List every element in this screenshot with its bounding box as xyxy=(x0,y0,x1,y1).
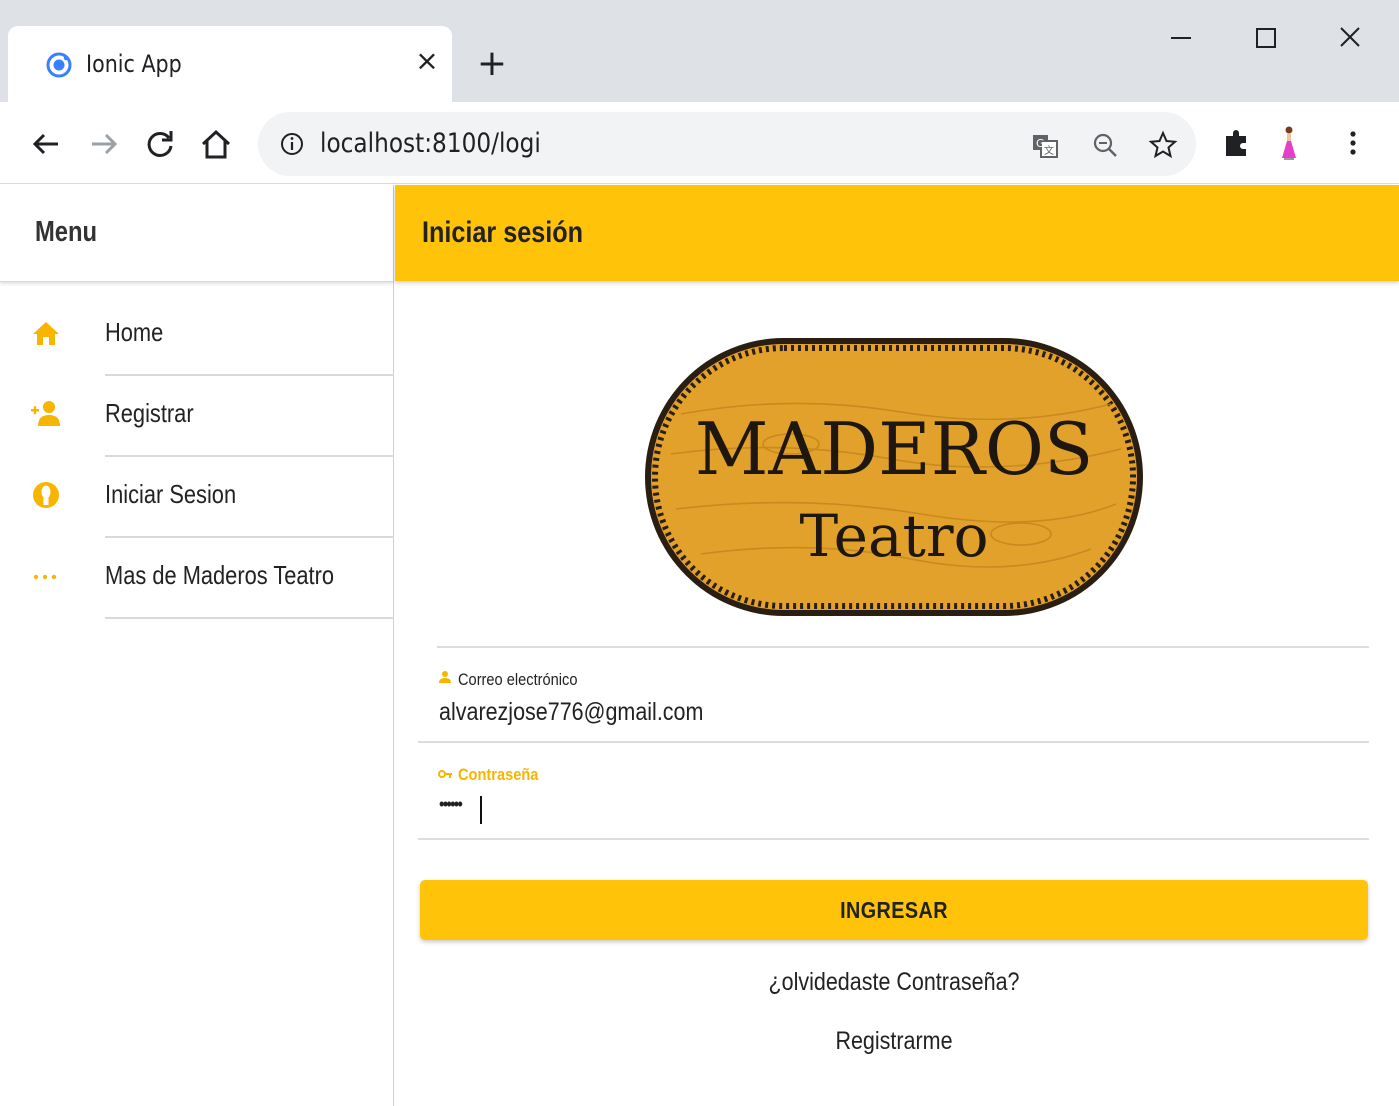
svg-text:文: 文 xyxy=(1044,144,1054,157)
more-menu-icon[interactable] xyxy=(1336,124,1370,162)
menu-header: Menu xyxy=(0,185,393,282)
ingresar-button-label: INGRESAR xyxy=(840,897,948,923)
ellipsis-icon xyxy=(33,574,57,580)
tab-close-button[interactable]: × xyxy=(412,46,442,76)
forward-arrow-icon[interactable] xyxy=(86,126,122,162)
side-menu: Menu Home Registrar Iniciar Sesion Mas d… xyxy=(0,185,394,1106)
text-caret xyxy=(480,796,482,824)
address-url[interactable]: localhost:8100/logi xyxy=(320,128,541,159)
window-minimize-button[interactable] xyxy=(1157,16,1205,60)
translate-icon[interactable]: G 文 xyxy=(1030,130,1060,160)
email-label: Correo electrónico xyxy=(458,670,578,689)
menu-title: Menu xyxy=(35,216,98,248)
menu-item-registrar[interactable]: Registrar xyxy=(0,376,394,457)
form-divider xyxy=(437,646,1369,648)
key-icon xyxy=(438,770,452,778)
page-title: Iniciar sesión xyxy=(422,216,584,249)
password-input[interactable]: •••••• xyxy=(439,794,463,815)
address-bar[interactable]: localhost:8100/logi G 文 xyxy=(258,112,1196,176)
ingresar-button[interactable]: INGRESAR xyxy=(420,880,1368,940)
menu-item-label: Registrar xyxy=(105,398,194,428)
home-button-icon[interactable] xyxy=(198,126,234,162)
menu-item-iniciar-sesion[interactable]: Iniciar Sesion xyxy=(0,457,394,538)
site-info-icon[interactable] xyxy=(280,132,304,156)
browser-tab[interactable]: Ionic App × xyxy=(8,26,452,102)
field-divider xyxy=(418,838,1369,840)
maderos-teatro-logo: MADEROS Teatro xyxy=(645,338,1143,616)
page-header: Iniciar sesión xyxy=(395,185,1399,281)
profile-avatar-icon[interactable] xyxy=(1272,124,1306,162)
person-add-icon xyxy=(31,401,60,426)
menu-item-home[interactable]: Home xyxy=(0,295,394,376)
window-maximize-button[interactable] xyxy=(1242,16,1290,60)
back-arrow-icon[interactable] xyxy=(28,126,64,162)
password-label: Contraseña xyxy=(458,765,539,784)
forgot-password-link[interactable]: ¿olvidedaste Contraseña? xyxy=(486,968,1301,997)
menu-item-label: Mas de Maderos Teatro xyxy=(105,560,335,590)
menu-item-mas-de-maderos[interactable]: Mas de Maderos Teatro xyxy=(0,538,394,619)
window-close-button[interactable] xyxy=(1327,16,1375,60)
email-input[interactable]: alvarezjose776@gmail.com xyxy=(439,698,703,727)
browser-titlebar: Ionic App × + xyxy=(0,0,1399,102)
menu-item-label: Iniciar Sesion xyxy=(105,479,237,509)
user-circle-icon xyxy=(33,482,59,508)
browser-toolbar: localhost:8100/logi G 文 xyxy=(0,102,1399,184)
new-tab-button[interactable]: + xyxy=(474,44,510,84)
extensions-icon[interactable] xyxy=(1220,124,1254,162)
person-icon xyxy=(439,671,451,683)
home-icon xyxy=(33,322,59,345)
logo-text-maderos: MADEROS xyxy=(695,407,1094,491)
ionic-favicon-icon xyxy=(46,52,72,78)
logo-text-teatro: Teatro xyxy=(799,502,988,570)
reload-icon[interactable] xyxy=(142,126,178,162)
register-link[interactable]: Registrarme xyxy=(486,1027,1301,1056)
zoom-icon[interactable] xyxy=(1090,130,1120,160)
menu-item-label: Home xyxy=(105,317,164,347)
tab-title: Ionic App xyxy=(86,50,182,78)
field-divider xyxy=(418,741,1369,743)
menu-divider xyxy=(105,617,394,619)
bookmark-star-icon[interactable] xyxy=(1148,130,1178,160)
